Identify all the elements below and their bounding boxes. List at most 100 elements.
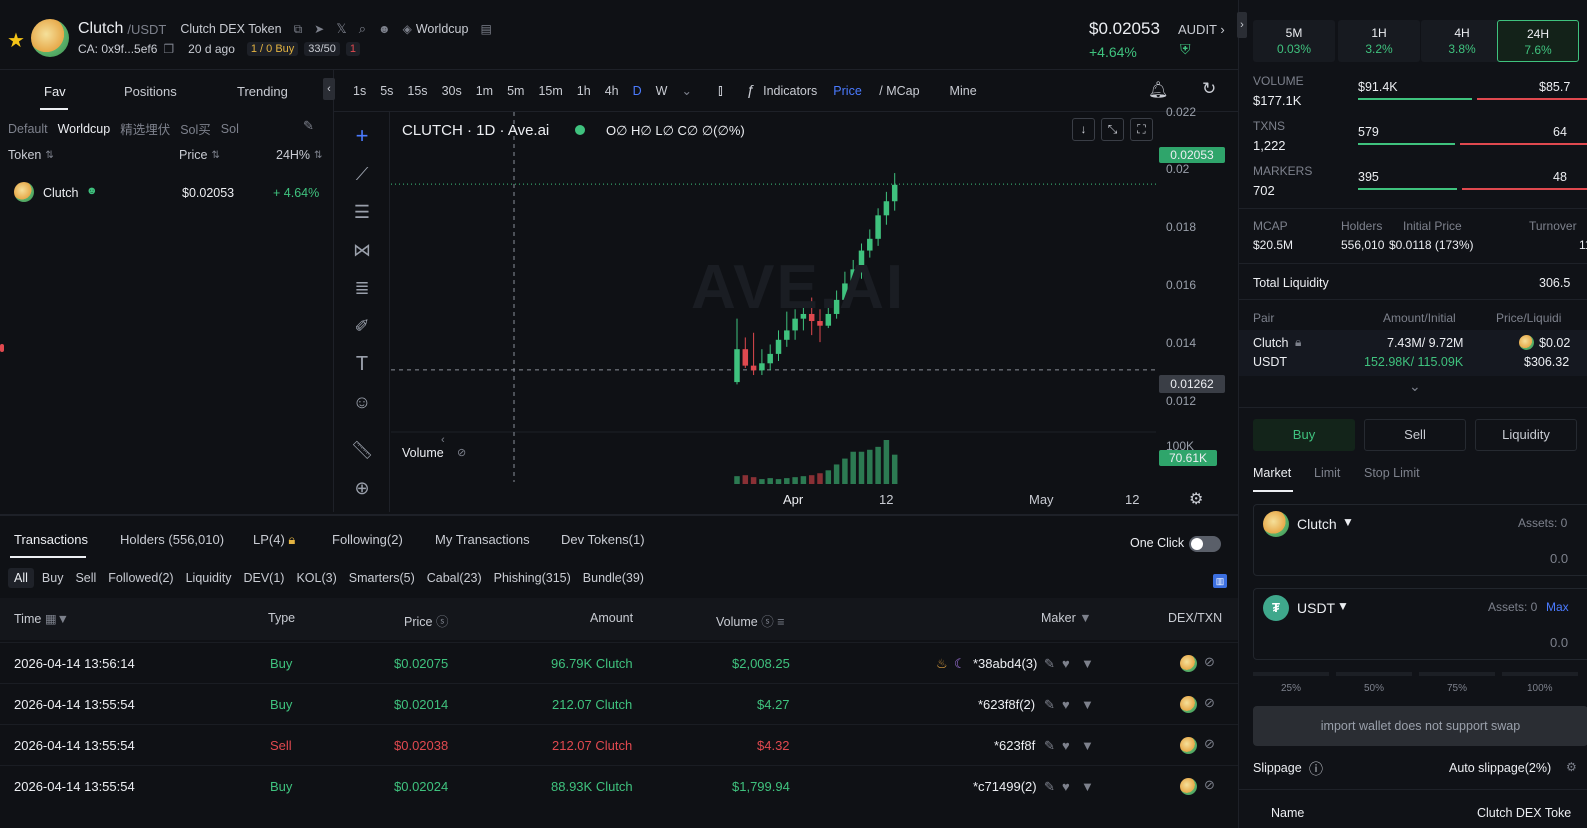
- star-icon[interactable]: ★: [7, 28, 25, 53]
- table-row[interactable]: 2026-04-14 13:55:54 Buy $0.02024 88.93K …: [0, 765, 1238, 806]
- filter-jingxuan[interactable]: 精选埋伏: [120, 119, 170, 138]
- filter-default[interactable]: Default: [8, 122, 48, 136]
- heart-icon[interactable]: ♥: [1062, 697, 1070, 712]
- filter-icon[interactable]: ▼: [1081, 738, 1094, 753]
- currency-icon[interactable]: ⓢ: [436, 615, 449, 629]
- comment-icon[interactable]: ▤: [480, 22, 491, 36]
- heart-icon[interactable]: ♥: [1062, 656, 1070, 671]
- community-label[interactable]: Worldcup: [416, 22, 469, 36]
- tab-holders[interactable]: Holders (556,010): [120, 532, 224, 547]
- text-icon[interactable]: T: [348, 350, 376, 378]
- chevron-down-icon[interactable]: ⌄: [1409, 378, 1421, 395]
- tf-30s[interactable]: 30s: [442, 84, 462, 98]
- filter-worldcup[interactable]: Worldcup: [58, 122, 111, 136]
- filter-all[interactable]: All: [8, 568, 34, 588]
- price-mcap-toggle[interactable]: Price / MCap: [833, 84, 933, 98]
- auto-slippage[interactable]: Auto slippage(2%): [1449, 761, 1551, 775]
- tf-box-5m[interactable]: 5M 0.03%: [1253, 20, 1335, 62]
- filter-bundle[interactable]: Bundle(39): [579, 568, 648, 588]
- ruler-icon[interactable]: 📏︎: [348, 436, 376, 464]
- fx-icon[interactable]: ƒ: [747, 82, 755, 99]
- link-icon[interactable]: ⊘: [1204, 695, 1215, 711]
- tf-box-4h[interactable]: 4H 3.8%: [1421, 20, 1503, 62]
- chevron-down-icon[interactable]: ⌄: [681, 83, 691, 98]
- pattern-icon[interactable]: ⋈: [348, 236, 376, 264]
- order-tab-market[interactable]: Market: [1253, 466, 1291, 480]
- pct-segment[interactable]: [1336, 672, 1412, 676]
- x-icon[interactable]: 𝕏: [336, 21, 346, 37]
- fib-icon[interactable]: ≣: [348, 274, 376, 302]
- holders-ratio-badge[interactable]: 33/50: [304, 42, 340, 56]
- swap-button[interactable]: import wallet does not support swap: [1253, 706, 1587, 746]
- brush-icon[interactable]: ✐: [348, 312, 376, 340]
- filter-sol[interactable]: Sol: [221, 122, 239, 136]
- telegram-icon[interactable]: ➤: [314, 22, 324, 36]
- tab-my-transactions[interactable]: My Transactions: [435, 532, 530, 547]
- emoji-icon[interactable]: ☺: [348, 388, 376, 416]
- filter-sell[interactable]: Sell: [71, 568, 100, 588]
- col-time[interactable]: Time ▦▼: [14, 611, 69, 626]
- chevron-down-icon[interactable]: ▼: [1337, 599, 1349, 613]
- collapse-right-button[interactable]: ›: [1237, 12, 1247, 38]
- indicators-button[interactable]: Indicators: [763, 84, 817, 98]
- from-token-box[interactable]: Clutch ▼ Assets: 0 0.0: [1253, 504, 1587, 576]
- zoom-in-icon[interactable]: ⊕: [348, 474, 376, 502]
- link-icon[interactable]: ⊘: [1204, 654, 1215, 670]
- chevron-down-icon[interactable]: ▼: [1342, 515, 1354, 529]
- filter-kol[interactable]: KOL(3): [292, 568, 340, 588]
- buy-tab-button[interactable]: Buy: [1253, 419, 1355, 451]
- hide-volume-icon[interactable]: ⊘: [457, 446, 466, 459]
- row-maker[interactable]: *623f8f: [994, 738, 1035, 753]
- row-maker[interactable]: *38abd4(3): [973, 656, 1037, 671]
- audit-link[interactable]: AUDIT ›: [1178, 22, 1225, 37]
- edit-icon[interactable]: ✎: [1044, 738, 1055, 754]
- help-icon[interactable]: ⓘ: [1309, 759, 1323, 779]
- filter-dev[interactable]: DEV(1): [239, 568, 288, 588]
- filter-icon[interactable]: ▼: [1081, 779, 1094, 794]
- tf-d[interactable]: D: [633, 84, 642, 98]
- fullscreen-icon[interactable]: ⛶: [1130, 118, 1153, 141]
- amount-input[interactable]: 0.0: [1550, 551, 1568, 566]
- search-icon[interactable]: ⌕: [359, 21, 366, 37]
- change-column-header[interactable]: 24H% ⇅: [276, 148, 322, 162]
- filter-icon[interactable]: ▼: [1079, 611, 1091, 625]
- to-token-box[interactable]: ₮ USDT ▼ Assets: 0 Max 0.0: [1253, 588, 1587, 660]
- chart-view-icon[interactable]: ▥: [1213, 574, 1227, 588]
- pct-segment[interactable]: [1419, 672, 1495, 676]
- pct-segment[interactable]: [1502, 672, 1578, 676]
- edit-icon[interactable]: ✎: [1044, 656, 1055, 672]
- gear-icon[interactable]: ⚙: [1566, 760, 1577, 774]
- token-column-header[interactable]: Token ⇅: [8, 148, 54, 162]
- currency-icon[interactable]: ⓢ: [761, 615, 774, 629]
- pct-segment[interactable]: [1253, 672, 1329, 676]
- tf-1m[interactable]: 1m: [476, 84, 493, 98]
- filter-liquidity[interactable]: Liquidity: [182, 568, 236, 588]
- download-icon[interactable]: ↓: [1072, 118, 1095, 141]
- order-tab-limit[interactable]: Limit: [1314, 466, 1340, 480]
- tf-5s[interactable]: 5s: [380, 84, 393, 98]
- filter-sol-buy[interactable]: Sol买: [180, 119, 211, 138]
- chevron-left-icon[interactable]: ‹: [441, 434, 445, 446]
- pct-25[interactable]: 25%: [1281, 683, 1301, 694]
- tab-following[interactable]: Following(2): [332, 532, 403, 547]
- tf-box-24h[interactable]: 24H 7.6%: [1497, 20, 1579, 62]
- one-click-toggle[interactable]: [1189, 535, 1221, 552]
- tab-positions[interactable]: Positions: [124, 84, 177, 99]
- max-button[interactable]: Max: [1546, 600, 1569, 614]
- filter-buy[interactable]: Buy: [38, 568, 68, 588]
- mine-button[interactable]: Mine: [950, 84, 977, 98]
- link-icon[interactable]: ⊘: [1204, 736, 1215, 752]
- trendline-icon[interactable]: ⟋: [348, 160, 376, 188]
- tab-trending[interactable]: Trending: [237, 84, 288, 99]
- pct-75[interactable]: 75%: [1447, 683, 1467, 694]
- heart-icon[interactable]: ♥: [1062, 738, 1070, 753]
- filter-icon[interactable]: ▼: [1081, 656, 1094, 671]
- tf-w[interactable]: W: [656, 84, 668, 98]
- row-maker[interactable]: *c71499(2): [973, 779, 1037, 794]
- horizontal-lines-icon[interactable]: ☰: [348, 198, 376, 226]
- filter-smarters[interactable]: Smarters(5): [345, 568, 419, 588]
- link-icon[interactable]: ⊘: [1204, 777, 1215, 793]
- bell-icon[interactable]: 🔔︎: [1148, 80, 1168, 100]
- tf-1h[interactable]: 1h: [577, 84, 591, 98]
- tab-fav[interactable]: Fav: [44, 84, 66, 99]
